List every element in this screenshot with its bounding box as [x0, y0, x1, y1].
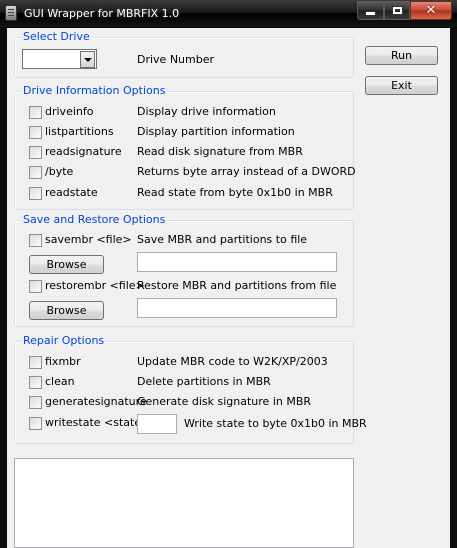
option-label: fixmbr	[45, 355, 81, 368]
drive-number-label: Drive Number	[137, 53, 215, 66]
option-row: readsignature Read disk signature from M…	[15, 145, 353, 161]
restorembr-label: restorembr <file>	[45, 279, 145, 292]
option-label: readsignature	[45, 145, 122, 158]
option-description: Display drive information	[137, 105, 276, 118]
save-restore-group: Save and Restore Options savembr <file> …	[14, 213, 354, 327]
option-row: driveinfo Display drive information	[15, 105, 353, 121]
option-row: generatesignature Generate disk signatur…	[15, 395, 353, 411]
option-row: clean Delete partitions in MBR	[15, 375, 353, 391]
option-description: Generate disk signature in MBR	[137, 395, 312, 408]
save-browse-button[interactable]: Browse	[29, 255, 104, 274]
window-client-area: Select Drive Drive Number Run Exit Drive…	[7, 28, 450, 548]
app-icon	[5, 5, 17, 21]
driveinfo-checkbox[interactable]	[29, 106, 42, 119]
repair-options-title: Repair Options	[21, 334, 107, 348]
option-description: Read disk signature from MBR	[137, 145, 303, 158]
savembr-description: Save MBR and partitions to file	[137, 233, 308, 246]
close-button[interactable]: ✕	[410, 1, 452, 20]
fixmbr-checkbox[interactable]	[29, 356, 42, 369]
window-border-right	[450, 28, 457, 548]
option-label: readstate	[45, 186, 98, 199]
writestate-description: Write state to byte 0x1b0 in MBR	[184, 417, 367, 430]
option-description: Delete partitions in MBR	[137, 375, 271, 388]
clean-checkbox[interactable]	[29, 376, 42, 389]
window-border-left	[0, 28, 7, 548]
option-row: listpartitions Display partition informa…	[15, 125, 353, 141]
option-label: listpartitions	[45, 125, 114, 138]
writestate-label: writestate <state>	[45, 416, 151, 429]
byte-checkbox[interactable]	[29, 166, 42, 179]
save-restore-title: Save and Restore Options	[21, 213, 168, 227]
writestate-input[interactable]	[137, 414, 177, 434]
option-label: clean	[45, 375, 75, 388]
restorembr-description: Restore MBR and partitions from file	[137, 279, 337, 292]
drive-number-combobox[interactable]	[22, 49, 97, 69]
listpartitions-checkbox[interactable]	[29, 126, 42, 139]
savembr-label: savembr <file>	[45, 233, 132, 246]
close-icon: ✕	[425, 3, 437, 18]
option-description: Display partition information	[137, 125, 295, 138]
minimize-button[interactable]	[357, 1, 384, 20]
option-description: Returns byte array instead of a DWORD	[137, 165, 356, 178]
exit-button[interactable]: Exit	[365, 76, 438, 95]
repair-options-group: Repair Options fixmbr Update MBR code to…	[14, 334, 367, 444]
writestate-checkbox[interactable]	[29, 417, 42, 430]
maximize-icon	[392, 7, 402, 14]
option-row: /byte Returns byte array instead of a DW…	[15, 165, 356, 181]
drive-information-title: Drive Information Options	[21, 84, 168, 98]
restore-file-input[interactable]	[137, 298, 337, 318]
title-bar[interactable]: GUI Wrapper for MBRFIX 1.0 ✕	[0, 0, 457, 28]
restore-browse-button[interactable]: Browse	[29, 301, 104, 320]
drive-information-group: Drive Information Options driveinfo Disp…	[14, 84, 356, 210]
restorembr-checkbox[interactable]	[29, 280, 42, 293]
dropdown-button[interactable]	[80, 51, 95, 68]
option-label: driveinfo	[45, 105, 94, 118]
select-drive-group: Select Drive Drive Number	[14, 30, 354, 78]
output-textarea[interactable]	[14, 458, 354, 548]
option-label: generatesignature	[45, 395, 147, 408]
savembr-checkbox[interactable]	[29, 234, 42, 247]
option-label: /byte	[45, 165, 74, 178]
option-description: Update MBR code to W2K/XP/2003	[137, 355, 328, 368]
minimize-icon	[365, 11, 376, 16]
option-row: readstate Read state from byte 0x1b0 in …	[15, 186, 353, 202]
readsignature-checkbox[interactable]	[29, 146, 42, 159]
generatesignature-checkbox[interactable]	[29, 396, 42, 409]
readstate-checkbox[interactable]	[29, 187, 42, 200]
save-file-input[interactable]	[137, 252, 337, 272]
option-row: fixmbr Update MBR code to W2K/XP/2003	[15, 355, 353, 371]
run-button[interactable]: Run	[365, 46, 438, 65]
chevron-down-icon	[83, 57, 92, 62]
maximize-button[interactable]	[384, 1, 410, 20]
option-description: Read state from byte 0x1b0 in MBR	[137, 186, 333, 199]
select-drive-title: Select Drive	[21, 30, 92, 44]
window-title: GUI Wrapper for MBRFIX 1.0	[24, 7, 180, 20]
